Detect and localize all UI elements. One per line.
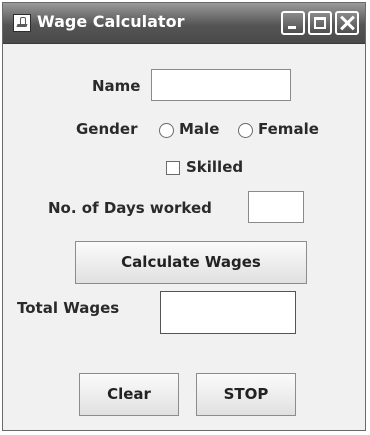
female-radio[interactable] [238, 123, 253, 138]
window-title: Wage Calculator [37, 12, 185, 31]
male-radio-label[interactable]: Male [179, 120, 219, 138]
skilled-checkbox[interactable] [166, 161, 180, 175]
title-bar[interactable]: Wage Calculator [3, 3, 365, 44]
stop-button[interactable]: STOP [196, 373, 296, 416]
gender-label: Gender [76, 120, 138, 138]
maximize-icon[interactable] [308, 11, 332, 35]
clear-button[interactable]: Clear [79, 373, 179, 416]
days-worked-label: No. of Days worked [48, 199, 212, 217]
female-radio-label[interactable]: Female [258, 120, 319, 138]
total-wages-field[interactable] [160, 291, 296, 334]
male-radio[interactable] [159, 123, 174, 138]
wage-calculator-window: Wage Calculator Name Gender Male Female … [2, 2, 366, 431]
close-icon[interactable] [335, 11, 359, 35]
total-wages-label: Total Wages [17, 299, 120, 317]
java-cup-icon [13, 14, 31, 32]
name-label: Name [92, 77, 141, 95]
days-worked-input[interactable] [248, 191, 304, 223]
skilled-checkbox-label[interactable]: Skilled [186, 158, 243, 176]
minimize-icon[interactable] [281, 11, 305, 35]
calculate-wages-button[interactable]: Calculate Wages [75, 241, 307, 284]
name-input[interactable] [151, 69, 291, 101]
